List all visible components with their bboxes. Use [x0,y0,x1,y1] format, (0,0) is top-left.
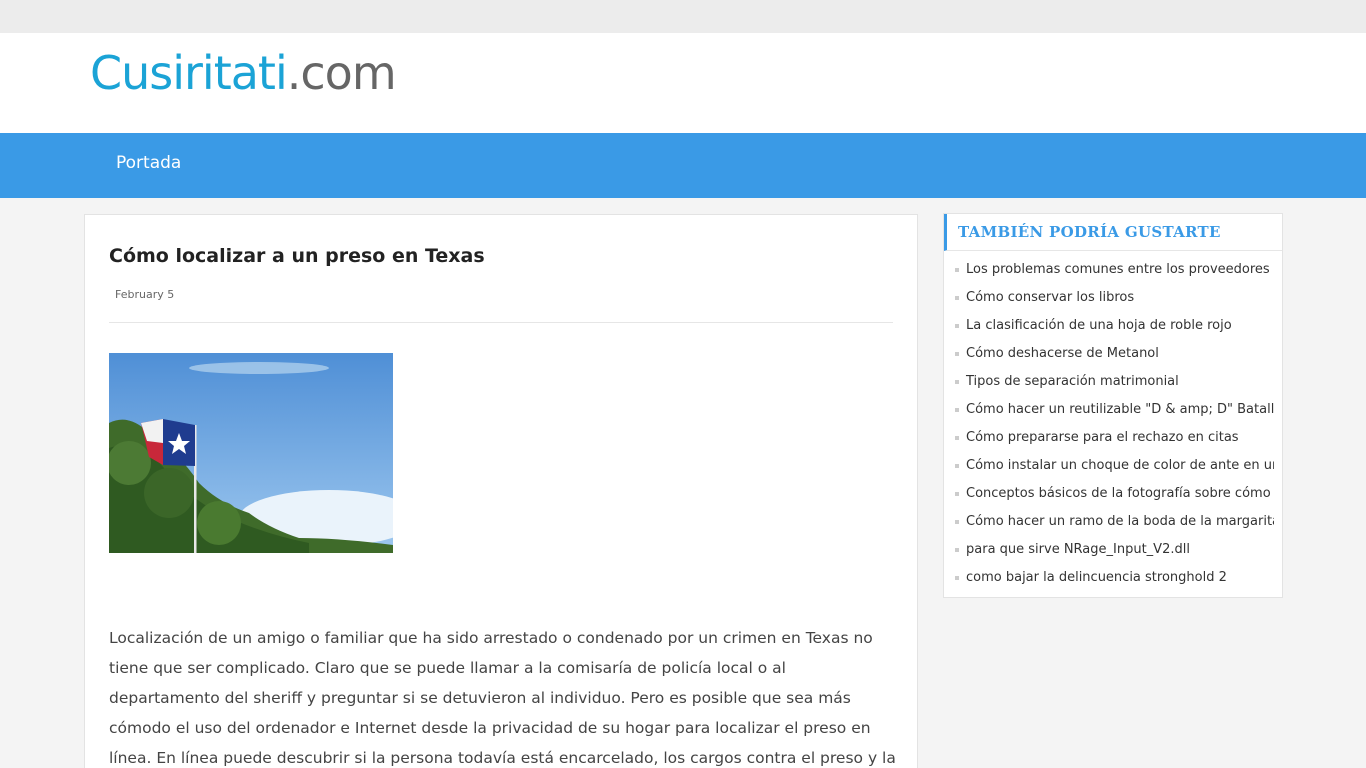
sidebar-widget: TAMBIÉN PODRÍA GUSTARTE Los problemas co… [943,213,1283,598]
related-item: Cómo hacer un reutilizable "D & amp; D" … [944,396,1274,424]
related-item: Los problemas comunes entre los proveedo… [944,256,1274,284]
related-link[interactable]: Cómo instalar un choque de color de ante… [966,458,1274,473]
related-link[interactable]: Cómo hacer un reutilizable "D & amp; D" … [966,402,1274,417]
related-item: Cómo prepararse para el rechazo en citas [944,424,1274,452]
main-nav: Portada [0,133,1366,198]
bullet-icon [955,268,959,272]
related-item: Cómo conservar los libros [944,284,1274,312]
related-item: La clasificación de una hoja de roble ro… [944,312,1274,340]
related-link[interactable]: como bajar la delincuencia stronghold 2 [966,570,1227,585]
related-link[interactable]: Cómo conservar los libros [966,290,1134,305]
related-link[interactable]: Cómo prepararse para el rechazo en citas [966,430,1239,445]
related-link[interactable]: Los problemas comunes entre los proveedo… [966,262,1274,277]
post-title: Cómo localizar a un preso en Texas [109,245,485,267]
related-item: como bajar la delincuencia stronghold 2 [944,564,1274,592]
bullet-icon [955,324,959,328]
bullet-icon [955,548,959,552]
related-link[interactable]: La clasificación de una hoja de roble ro… [966,318,1232,333]
bullet-icon [955,408,959,412]
related-item: Tipos de separación matrimonial [944,368,1274,396]
related-link[interactable]: para que sirve NRage_Input_V2.dll [966,542,1190,557]
post-divider [109,322,893,323]
related-item: Conceptos básicos de la fotografía sobre… [944,480,1274,508]
post-article: Cómo localizar a un preso en Texas Febru… [84,214,918,768]
related-item: Cómo hacer un ramo de la boda de la marg… [944,508,1274,536]
bullet-icon [955,492,959,496]
site-logo-brand: Cusiritati [90,46,288,100]
site-logo[interactable]: Cusiritati.com [90,43,397,103]
nav-item-portada[interactable]: Portada [116,153,181,173]
related-link[interactable]: Conceptos básicos de la fotografía sobre… [966,486,1274,501]
related-item: Cómo instalar un choque de color de ante… [944,452,1274,480]
bullet-icon [955,576,959,580]
bullet-icon [955,520,959,524]
post-body: Localización de un amigo o familiar que … [109,629,896,767]
related-link[interactable]: Tipos de separación matrimonial [966,374,1179,389]
related-item: para que sirve NRage_Input_V2.dll [944,536,1274,564]
bullet-icon [955,352,959,356]
related-link[interactable]: Cómo hacer un ramo de la boda de la marg… [966,514,1274,529]
bullet-icon [955,436,959,440]
related-link[interactable]: Cómo deshacerse de Metanol [966,346,1159,361]
texas-flag-photo [109,353,393,553]
bullet-icon [955,296,959,300]
related-item: Cómo deshacerse de Metanol [944,340,1274,368]
related-list: Los problemas comunes entre los proveedo… [944,256,1282,592]
site-logo-tld: .com [286,46,397,100]
top-bar [0,0,1366,33]
post-date: February 5 [115,288,175,301]
widget-title: TAMBIÉN PODRÍA GUSTARTE [944,214,1282,251]
bullet-icon [955,380,959,384]
site-header: Cusiritati.com [0,33,1366,133]
bullet-icon [955,464,959,468]
